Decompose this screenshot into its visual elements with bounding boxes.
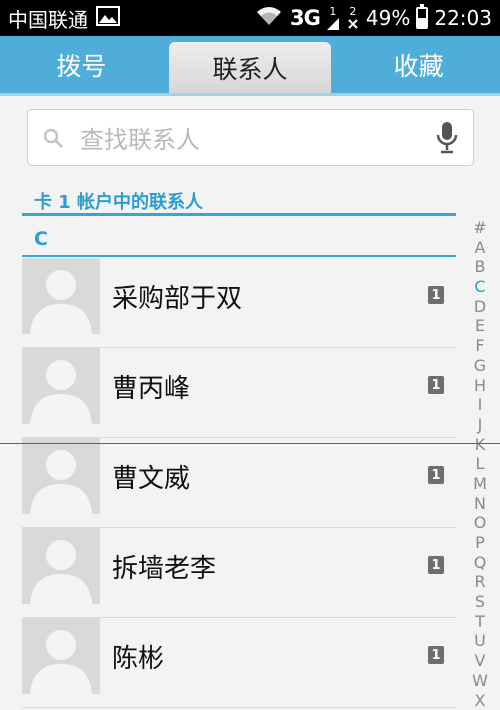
sim2-label: 2: [349, 4, 357, 18]
index-letter[interactable]: H: [471, 376, 489, 396]
search-input[interactable]: 查找联系人: [27, 109, 474, 166]
index-letter[interactable]: M: [471, 474, 489, 494]
sim-card-icon: 1: [428, 286, 444, 304]
list-item[interactable]: 陈彬 1: [22, 618, 456, 708]
contact-name: 陈彬: [112, 644, 165, 674]
sim2-no-signal-icon: 2: [346, 6, 360, 31]
index-letter[interactable]: I: [471, 395, 489, 415]
index-letter[interactable]: S: [471, 592, 489, 612]
wifi-icon: [254, 5, 284, 32]
index-letter[interactable]: U: [471, 631, 489, 651]
index-letter[interactable]: N: [471, 494, 489, 514]
index-letter[interactable]: O: [471, 513, 489, 533]
avatar: [22, 258, 100, 334]
microphone-icon[interactable]: [435, 121, 459, 155]
index-letter[interactable]: F: [471, 336, 489, 356]
contact-name: 曹丙峰: [112, 374, 191, 404]
index-letter[interactable]: V: [471, 651, 489, 671]
sim-card-icon: 1: [428, 646, 444, 664]
index-letter[interactable]: K: [471, 435, 489, 455]
status-bar: 中国联通 3G 1 2 49% 22:03: [0, 0, 500, 36]
index-letter[interactable]: B: [471, 257, 489, 277]
avatar: [22, 438, 100, 514]
index-letter[interactable]: P: [471, 533, 489, 553]
search-placeholder: 查找联系人: [80, 126, 200, 154]
avatar: [22, 618, 100, 694]
avatar: [22, 348, 100, 424]
tab-favorites-label: 收藏: [393, 51, 444, 81]
sim1-signal-icon: 1: [326, 6, 340, 31]
list-item[interactable]: 采购部于双 1: [22, 258, 456, 348]
tab-dialer[interactable]: 拨号: [0, 36, 163, 93]
letter-section-title: C: [34, 228, 48, 250]
contact-name: 曹文威: [112, 464, 191, 494]
index-letter[interactable]: J: [471, 415, 489, 435]
sim1-label: 1: [329, 4, 337, 18]
account-section-header: 卡 1 帐户中的联系人: [22, 184, 456, 216]
letter-section-header: C: [22, 224, 456, 257]
index-letter[interactable]: R: [471, 572, 489, 592]
contact-name: 采购部于双: [112, 284, 243, 314]
battery-icon: [416, 4, 429, 29]
list-item[interactable]: 曹文威 1: [22, 438, 456, 528]
index-letter[interactable]: T: [471, 612, 489, 632]
index-letter[interactable]: #: [471, 218, 489, 238]
tab-contacts-label: 联系人: [212, 54, 288, 84]
sim-card-icon: 1: [428, 466, 444, 484]
search-icon: [42, 127, 64, 149]
tab-favorites[interactable]: 收藏: [337, 36, 500, 93]
list-item[interactable]: 拆墙老李 1: [22, 528, 456, 618]
contact-name: 拆墙老李: [112, 554, 217, 584]
contact-list: 采购部于双 1 曹丙峰 1 曹文威 1 拆墙老李 1 陈彬 1: [22, 258, 456, 708]
gallery-notification-icon: [96, 5, 120, 31]
tab-dialer-label: 拨号: [56, 51, 107, 81]
divider-line: [0, 443, 500, 444]
sim-card-icon: 1: [428, 376, 444, 394]
index-letter[interactable]: D: [471, 297, 489, 317]
avatar: [22, 528, 100, 604]
clock: 22:03: [434, 6, 492, 30]
index-letter[interactable]: A: [471, 238, 489, 258]
list-item[interactable]: 曹丙峰 1: [22, 348, 456, 438]
battery-percent: 49%: [365, 6, 411, 30]
tab-contacts[interactable]: 联系人: [168, 42, 332, 93]
network-type: 3G: [290, 6, 321, 30]
index-letter[interactable]: L: [471, 454, 489, 474]
index-letter[interactable]: C: [471, 277, 489, 297]
index-letter[interactable]: X: [471, 691, 489, 710]
index-letter[interactable]: E: [471, 316, 489, 336]
sim-card-icon: 1: [428, 556, 444, 574]
account-section-title: 卡 1 帐户中的联系人: [34, 192, 204, 213]
index-letter[interactable]: G: [471, 356, 489, 376]
index-letter[interactable]: Q: [471, 553, 489, 573]
tab-bar: 拨号 联系人 收藏: [0, 36, 500, 96]
index-letter[interactable]: W: [471, 671, 489, 691]
carrier-name: 中国联通: [8, 7, 88, 32]
alphabet-index[interactable]: # A B C D E F G H I J K L M N O P Q R S T U V W X: [471, 218, 489, 710]
